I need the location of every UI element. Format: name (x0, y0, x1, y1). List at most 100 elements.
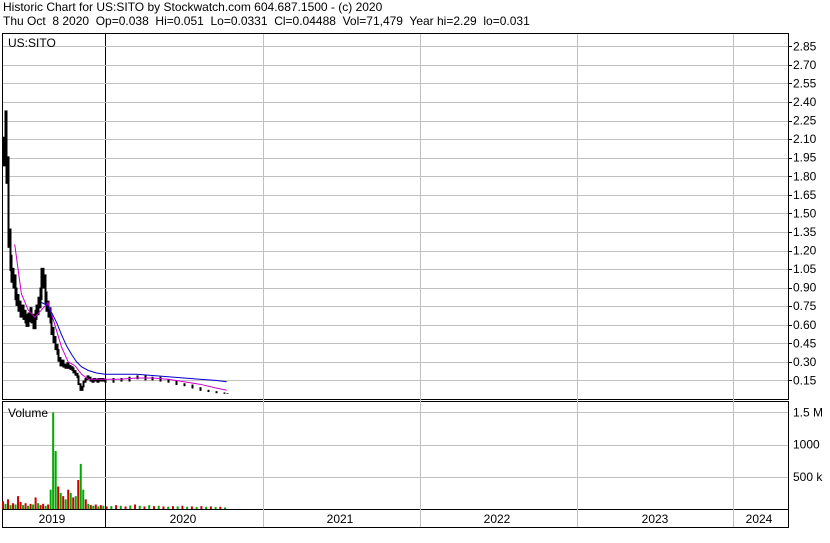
price-tick-label: 0.45 (793, 336, 817, 350)
price-tick-label: 2.55 (793, 76, 817, 90)
volume-axis: 1.5 M 1000 500 k (793, 405, 823, 483)
chart-window: Historic Chart for US:SITO by Stockwatch… (0, 0, 830, 543)
volume-bar (105, 506, 108, 509)
volume-bar (152, 506, 155, 509)
volume-bar (209, 506, 212, 509)
price-tick-label: 2.70 (793, 58, 817, 72)
volume-tick-label: 500 k (793, 470, 823, 484)
volume-bar (69, 492, 72, 509)
volume-bar (27, 505, 30, 509)
volume-bar (82, 489, 85, 509)
volume-bar (59, 492, 62, 509)
volume-bar (134, 504, 137, 509)
volume-bar (84, 499, 87, 509)
volume-bar (110, 506, 113, 509)
volume-bar (37, 503, 40, 509)
volume-bar (167, 506, 170, 509)
volume-bar (57, 486, 60, 509)
price-tick-label: 1.95 (793, 151, 817, 165)
price-tick-label: 2.25 (793, 114, 817, 128)
volume-bar (2, 501, 4, 509)
volume-bar (54, 451, 57, 509)
volume-bar (99, 505, 102, 509)
price-tick-label: 0.90 (793, 281, 817, 295)
volume-bar (49, 489, 52, 509)
volume-bar (148, 505, 151, 509)
volume-bar (14, 504, 17, 509)
volume-bar (94, 504, 97, 509)
price-tick-label: 0.30 (793, 355, 817, 369)
symbol-label: US:SITO (8, 36, 56, 50)
volume-bar (72, 497, 75, 509)
volume-bar (157, 505, 160, 509)
price-tick-label: 1.20 (793, 244, 817, 258)
volume-bar (214, 507, 217, 509)
volume-bar (143, 506, 146, 509)
volume-tick-label: 1000 (793, 438, 820, 452)
year-label: 2020 (170, 512, 197, 526)
volume-bar (138, 505, 141, 509)
volume-bar (62, 496, 65, 509)
volume-bar (19, 501, 22, 509)
volume-bar (47, 504, 50, 509)
price-tick-label: 2.40 (793, 95, 817, 109)
volume-bar (195, 507, 198, 509)
volume-bar (17, 496, 20, 509)
price-tick-label: 1.05 (793, 262, 817, 276)
volume-bar (52, 412, 55, 509)
volume-bar (24, 503, 27, 509)
volume-bar (32, 504, 35, 509)
year-label: 2024 (746, 512, 773, 526)
volume-bar (44, 505, 47, 509)
volume-bar (190, 506, 193, 509)
volume-bar (119, 505, 122, 509)
price-panel-frame (2, 33, 789, 400)
volume-bar (7, 499, 10, 509)
volume-bar (9, 505, 12, 509)
volume-bar (22, 505, 25, 509)
volume-bar (97, 506, 100, 509)
volume-bar (34, 497, 37, 509)
volume-bar (12, 503, 15, 509)
volume-bar (124, 506, 127, 509)
volume-bar (181, 505, 184, 509)
volume-bar (64, 499, 67, 509)
volume-bar (67, 489, 70, 509)
price-tick-label: 0.15 (793, 373, 817, 387)
volume-bar (4, 503, 7, 509)
volume-bar (79, 463, 82, 509)
price-tick-label: 1.35 (793, 225, 817, 239)
volume-label: Volume (8, 406, 48, 420)
price-tick-label: 0.75 (793, 299, 817, 313)
volume-panel-frame (2, 401, 789, 510)
year-label: 2023 (642, 512, 669, 526)
volume-bar (39, 505, 42, 509)
volume-bar (162, 506, 165, 509)
volume-bar (129, 505, 132, 509)
volume-bar (224, 507, 227, 509)
volume-bar (42, 503, 45, 509)
price-tick-label: 2.10 (793, 132, 817, 146)
price-tick-label: 1.65 (793, 188, 817, 202)
volume-bar (205, 506, 208, 509)
price-tick-label: 1.50 (793, 206, 817, 220)
volume-bar (77, 480, 80, 509)
price-tick-label: 1.80 (793, 169, 817, 183)
volume-bar (87, 503, 90, 509)
price-axis: 2.85 2.70 2.55 2.40 2.25 2.10 1.95 1.80 1.65 1.50… (788, 39, 817, 387)
volume-bar (176, 506, 179, 509)
price-tick-label: 0.60 (793, 318, 817, 332)
volume-bar (29, 503, 32, 509)
price-tick-label: 2.85 (793, 39, 817, 53)
volume-bar (171, 506, 174, 509)
volume-bar (89, 505, 92, 509)
volume-bar (92, 505, 95, 509)
volume-bar (74, 496, 77, 509)
volume-tick-label: 1.5 M (793, 405, 823, 419)
year-label: 2021 (327, 512, 354, 526)
volume-bar (219, 506, 222, 509)
volume-bar (186, 506, 189, 509)
volume-bar (200, 506, 203, 509)
year-label: 2019 (39, 512, 66, 526)
volume-bar (102, 505, 105, 509)
